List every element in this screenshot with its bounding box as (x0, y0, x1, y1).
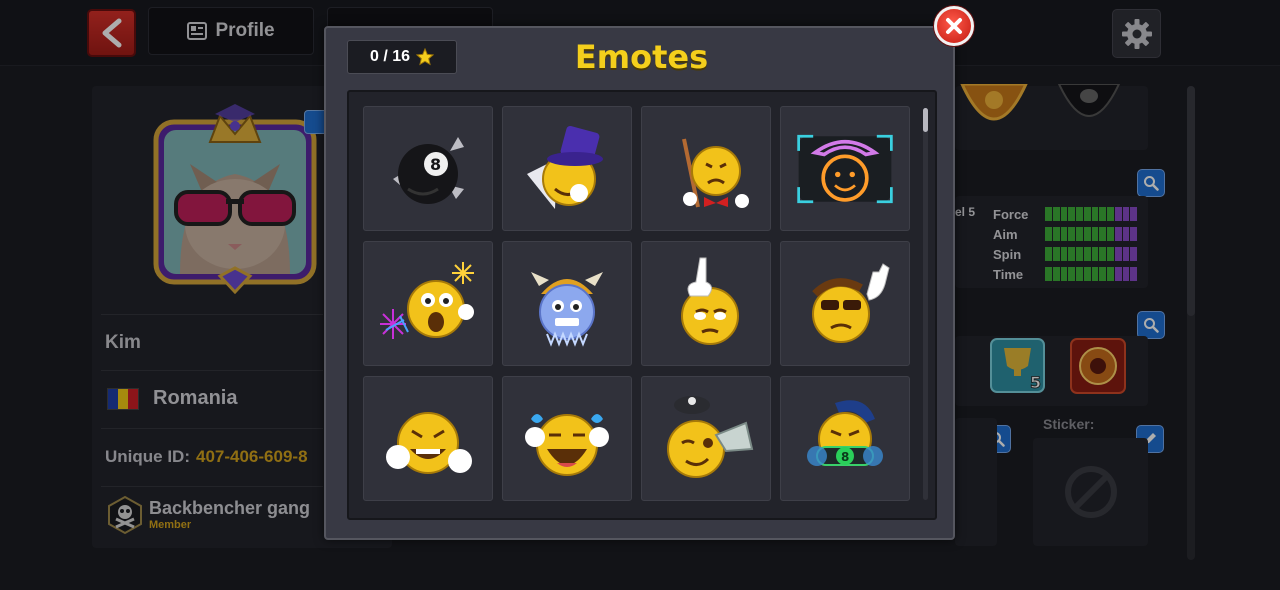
emote-tile[interactable] (641, 106, 771, 231)
emote-tile[interactable] (502, 106, 632, 231)
emote-grid-scrollbar[interactable] (923, 108, 928, 500)
modal-title: Emotes (574, 38, 709, 76)
emote-tile[interactable] (641, 376, 771, 501)
fireworks-shocked-emote (380, 261, 474, 339)
emote-tile[interactable] (641, 241, 771, 366)
close-icon (946, 18, 962, 34)
svg-text:8: 8 (841, 450, 849, 464)
crying-laughing-emote (525, 413, 609, 476)
emote-tile[interactable] (780, 106, 910, 231)
emote-tile[interactable]: 8 (363, 106, 493, 231)
close-button[interactable] (934, 6, 974, 46)
neon-cowboy-emote (797, 134, 893, 203)
svg-text:8: 8 (430, 155, 441, 174)
emote-tile[interactable] (502, 376, 632, 501)
laughing-hands-emote (386, 411, 472, 474)
emote-tile[interactable]: 8 (780, 376, 910, 501)
cool-sunglasses-wave-emote (812, 262, 890, 343)
emote-tile[interactable] (363, 241, 493, 366)
emote-grid-scrollbar-thumb[interactable] (923, 108, 928, 132)
emote-grid: 8 8 (347, 90, 937, 520)
thinking-finger-emote (681, 257, 739, 345)
masked-ninja-emote: 8 (807, 399, 883, 466)
emote-tile[interactable] (780, 241, 910, 366)
eight-ball-shuriken-emote: 8 (393, 136, 464, 204)
emote-tile[interactable] (363, 376, 493, 501)
emotes-modal: 0 / 16 Emotes 8 8 (324, 26, 955, 540)
top-hat-magician-emote (527, 125, 603, 209)
frozen-viking-emote (531, 271, 603, 347)
emote-tile[interactable] (502, 241, 632, 366)
cue-bowtie-emote (682, 138, 749, 208)
winking-cap-emote (667, 395, 754, 478)
